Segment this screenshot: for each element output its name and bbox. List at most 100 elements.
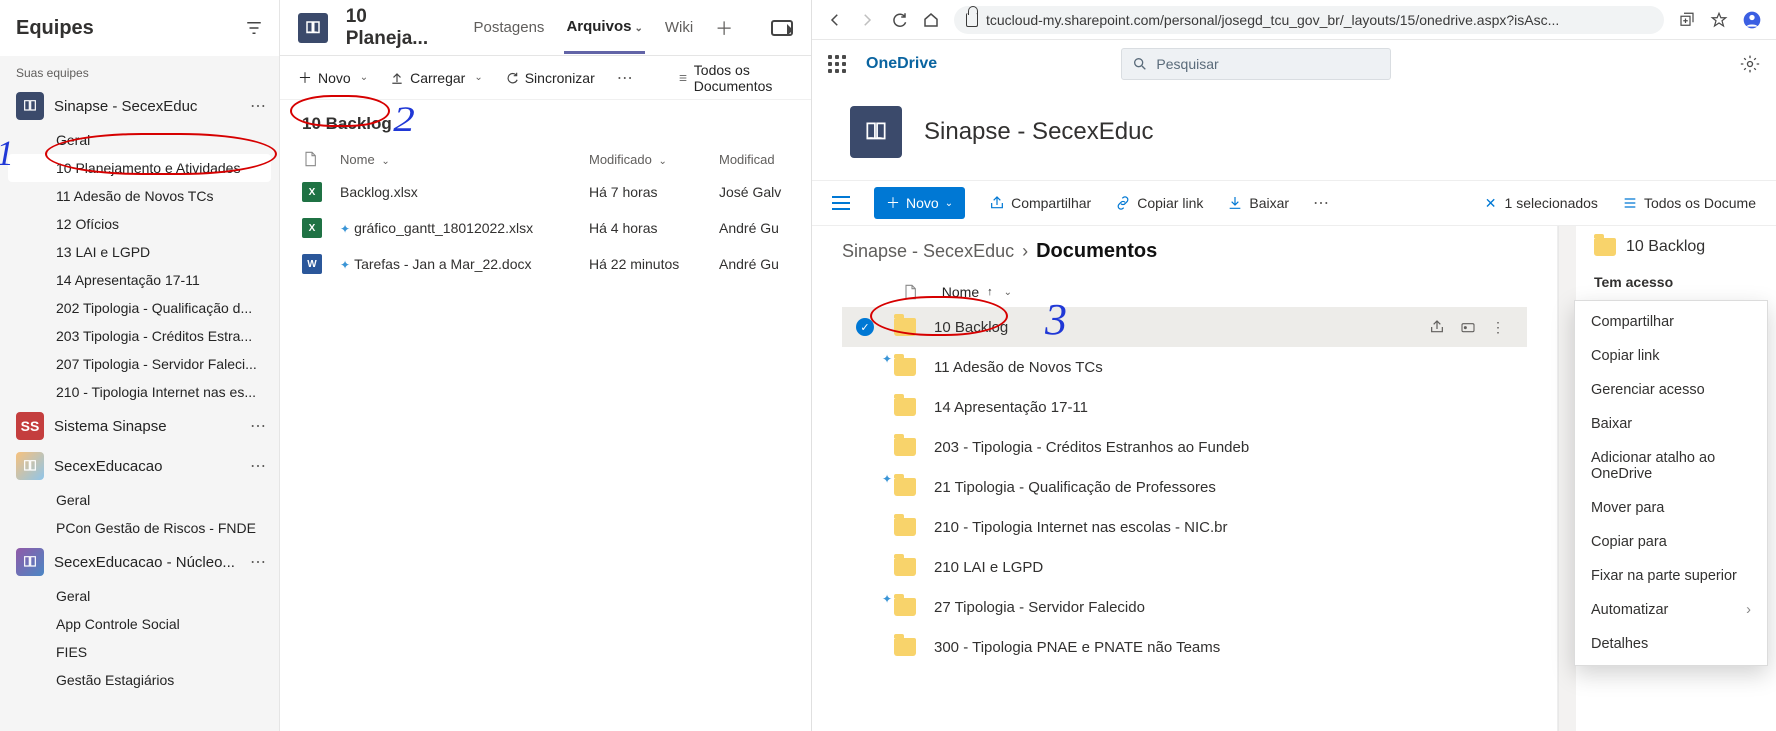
context-item[interactable]: Fixar na parte superior <box>1575 559 1767 593</box>
list-item[interactable]: 203 - Tipologia - Créditos Estranhos ao … <box>842 427 1527 467</box>
checkbox-icon[interactable] <box>856 358 874 376</box>
bc-current[interactable]: Documentos <box>1036 240 1157 263</box>
context-item[interactable]: Compartilhar <box>1575 305 1767 339</box>
channel-item[interactable]: 202 Tipologia - Qualificação d... <box>0 294 279 322</box>
search-input[interactable]: Pesquisar <box>1121 48 1391 80</box>
checkbox-icon[interactable] <box>856 438 874 456</box>
team-more[interactable]: ⋯ <box>250 96 267 116</box>
channel-item[interactable]: 11 Adesão de Novos TCs <box>0 182 279 210</box>
burger-icon[interactable] <box>832 196 850 210</box>
team-more[interactable]: ⋯ <box>250 416 267 436</box>
channel-item[interactable]: 210 - Tipologia Internet nas es... <box>0 378 279 406</box>
address-bar[interactable]: tcucloud-my.sharepoint.com/personal/jose… <box>954 6 1664 34</box>
team-more[interactable]: ⋯ <box>250 456 267 476</box>
channel-item[interactable]: FIES <box>0 638 279 666</box>
context-item[interactable]: Gerenciar acesso <box>1575 373 1767 407</box>
context-item[interactable]: Copiar link <box>1575 339 1767 373</box>
back-icon[interactable] <box>826 11 844 29</box>
tab-posts[interactable]: Postagens <box>472 3 547 52</box>
tab-wiki[interactable]: Wiki <box>663 3 695 52</box>
list-item[interactable]: ✓10 Backlog ⋮ <box>842 307 1527 347</box>
col-by[interactable]: Modificad <box>719 152 775 167</box>
team-row[interactable]: Sinapse - SecexEduc⋯ <box>0 86 279 126</box>
all-docs-button[interactable]: Todos os Documentos <box>678 62 793 94</box>
list-item[interactable]: 210 - Tipologia Internet nas escolas - N… <box>842 507 1527 547</box>
new-button[interactable]: ＋ Novo ⌄ <box>298 68 368 88</box>
checkbox-icon[interactable] <box>856 478 874 496</box>
channel-item[interactable]: 203 Tipologia - Créditos Estra... <box>0 322 279 350</box>
profile-icon[interactable] <box>1742 10 1762 30</box>
team-row[interactable]: SecexEducacao - Núcleo...⋯ <box>0 542 279 582</box>
file-modified: Há 22 minutos <box>589 256 719 272</box>
channel-item[interactable]: App Controle Social <box>0 610 279 638</box>
selection-count[interactable]: ✕ 1 selecionados <box>1485 195 1598 212</box>
list-item[interactable]: 14 Apresentação 17-11 <box>842 387 1527 427</box>
channel-item[interactable]: PCon Gestão de Riscos - FNDE <box>0 514 279 542</box>
breadcrumb[interactable]: 10 Backlog <box>280 100 811 144</box>
bc-root[interactable]: Sinapse - SecexEduc <box>842 241 1014 262</box>
checkbox-icon[interactable]: ✓ <box>856 318 874 336</box>
add-tab-button[interactable]: ＋ <box>713 0 735 57</box>
team-more[interactable]: ⋯ <box>250 552 267 572</box>
channel-item[interactable]: Geral <box>0 126 279 154</box>
channel-item[interactable]: 13 LAI e LGPD <box>0 238 279 266</box>
list-item[interactable]: ✦27 Tipologia - Servidor Falecido <box>842 587 1527 627</box>
checkbox-icon[interactable] <box>856 518 874 536</box>
context-item[interactable]: Detalhes <box>1575 627 1767 661</box>
view-all-docs[interactable]: Todos os Docume <box>1622 195 1756 211</box>
share-icon[interactable] <box>1429 319 1445 335</box>
more-button[interactable]: ⋯ <box>1313 193 1330 213</box>
onedrive-brand[interactable]: OneDrive <box>866 55 937 73</box>
list-item[interactable]: 210 LAI e LGPD <box>842 547 1527 587</box>
team-row[interactable]: SecexEducacao⋯ <box>0 446 279 486</box>
checkbox-icon[interactable] <box>856 638 874 656</box>
favorite-icon[interactable] <box>1710 11 1728 29</box>
item-more[interactable]: ⋮ <box>1491 319 1505 336</box>
list-item[interactable]: 300 - Tipologia PNAE e PNATE não Teams <box>842 627 1527 667</box>
app-launcher-icon[interactable] <box>828 55 846 73</box>
copylink-button[interactable]: Copiar link <box>1115 195 1203 211</box>
context-item[interactable]: Mover para <box>1575 491 1767 525</box>
gear-icon[interactable] <box>1740 54 1760 74</box>
context-item[interactable]: Automatizar› <box>1575 593 1767 627</box>
forward-icon[interactable] <box>858 11 876 29</box>
file-row[interactable]: W ✦Tarefas - Jan a Mar_22.docx Há 22 min… <box>280 246 811 282</box>
context-item[interactable]: Copiar para <box>1575 525 1767 559</box>
checkbox-icon[interactable] <box>856 398 874 416</box>
channel-item[interactable]: Geral <box>0 486 279 514</box>
file-row[interactable]: X ✦gráfico_gantt_18012022.xlsx Há 4 hora… <box>280 210 811 246</box>
home-icon[interactable] <box>922 11 940 29</box>
link-icon[interactable] <box>1459 319 1477 335</box>
reload-icon[interactable] <box>890 11 908 29</box>
upload-button[interactable]: Carregar ⌄ <box>390 70 483 86</box>
channel-item[interactable]: 14 Apresentação 17-11 <box>0 266 279 294</box>
checkbox-icon[interactable] <box>856 558 874 576</box>
meet-icon[interactable] <box>771 20 793 36</box>
tab-files[interactable]: Arquivos⌄ <box>564 2 644 54</box>
filter-icon[interactable] <box>245 19 263 37</box>
context-item[interactable]: Adicionar atalho ao OneDrive <box>1575 441 1767 491</box>
your-teams-label: Suas equipes <box>0 56 279 86</box>
file-row[interactable]: X Backlog.xlsx Há 7 horas José Galv <box>280 174 811 210</box>
more-button[interactable]: ⋯ <box>617 68 634 88</box>
team-row[interactable]: SSSistema Sinapse⋯ <box>0 406 279 446</box>
channel-item[interactable]: 207 Tipologia - Servidor Faleci... <box>0 350 279 378</box>
col-name[interactable]: Nome <box>340 152 375 167</box>
col-name[interactable]: Nome <box>942 284 979 300</box>
sync-button[interactable]: Sincronizar <box>505 70 595 86</box>
list-item[interactable]: ✦21 Tipologia - Qualificação de Professo… <box>842 467 1527 507</box>
share-button[interactable]: Compartilhar <box>989 195 1091 211</box>
channel-item[interactable]: 12 Ofícios <box>0 210 279 238</box>
collections-icon[interactable] <box>1678 11 1696 29</box>
checkbox-icon[interactable] <box>856 598 874 616</box>
team-icon <box>16 452 44 480</box>
channel-item[interactable]: 10 Planejamento e Atividades <box>8 154 271 182</box>
new-button[interactable]: ＋ Novo ⌄ <box>874 187 965 219</box>
channel-item[interactable]: Gestão Estagiários <box>0 666 279 694</box>
clear-selection-icon[interactable]: ✕ <box>1485 195 1497 212</box>
list-item[interactable]: ✦11 Adesão de Novos TCs <box>842 347 1527 387</box>
download-button[interactable]: Baixar <box>1227 195 1289 211</box>
context-item[interactable]: Baixar <box>1575 407 1767 441</box>
col-modified[interactable]: Modificado <box>589 152 652 167</box>
channel-item[interactable]: Geral <box>0 582 279 610</box>
